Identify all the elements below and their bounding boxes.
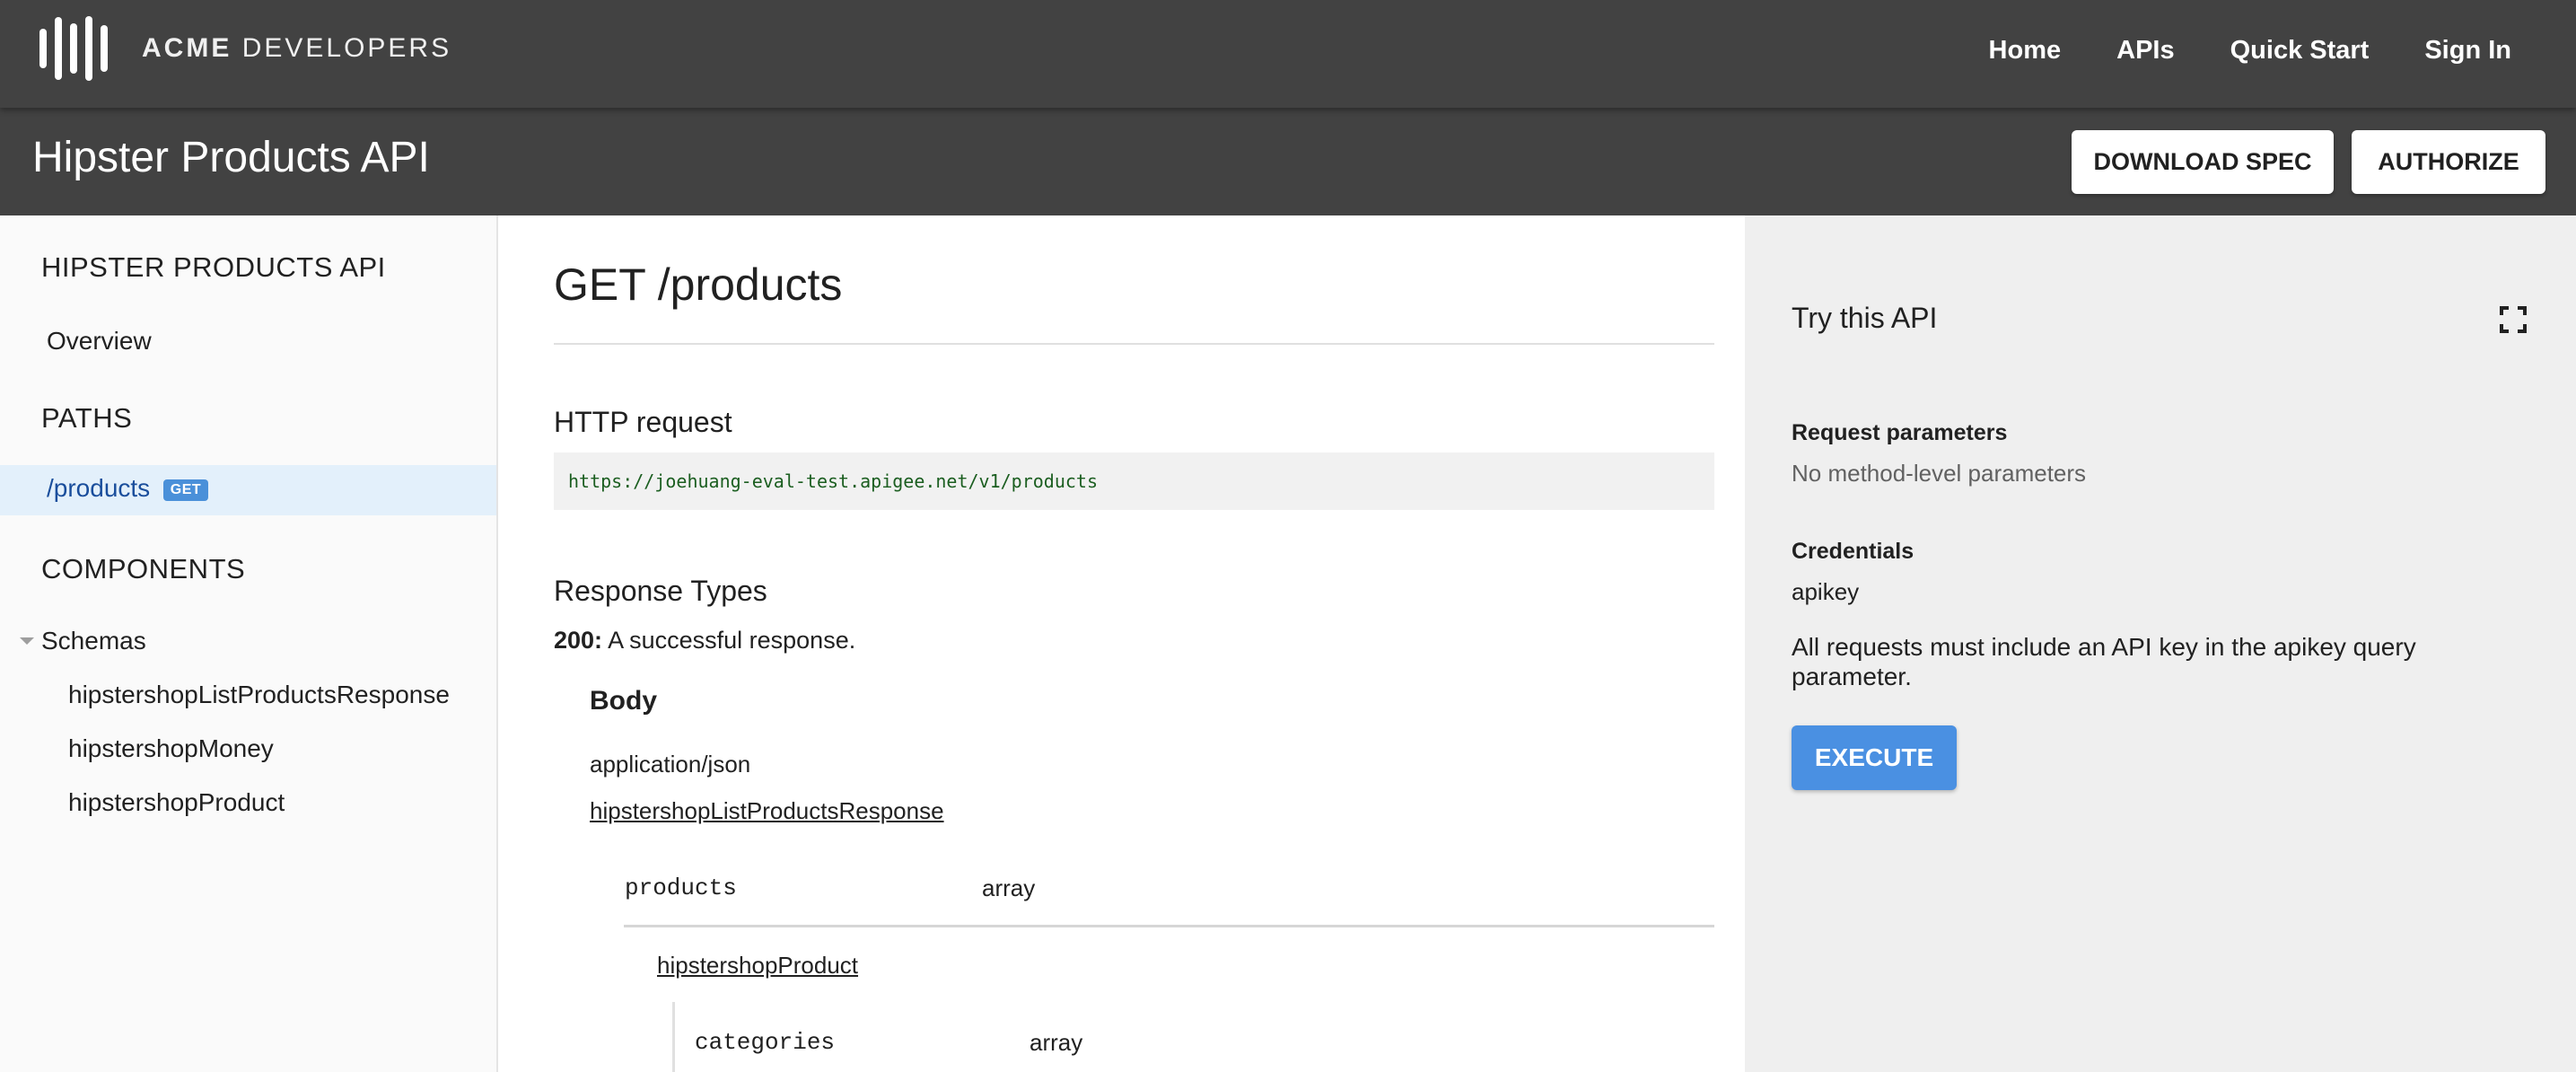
field-name-categories: categories — [695, 1029, 836, 1056]
schema-link-list-products-response[interactable]: hipstershopListProductsResponse — [590, 797, 944, 825]
request-url-box: https://joehuang-eval-test.apigee.net/v1… — [554, 453, 1714, 510]
acme-logo[interactable]: ACME DEVELOPERS — [39, 16, 451, 81]
http-request-heading: HTTP request — [554, 406, 732, 438]
credentials-description: All requests must include an API key in … — [1792, 633, 2416, 690]
try-api-panel: Try this API Request parameters No metho… — [1745, 215, 2576, 1072]
sidebar-heading-api: HIPSTER PRODUCTS API — [41, 251, 386, 283]
nav-quick-start[interactable]: Quick Start — [2230, 36, 2370, 66]
nav-apis[interactable]: APIs — [2116, 36, 2174, 66]
request-url: https://joehuang-eval-test.apigee.net/v1… — [568, 470, 1099, 492]
response-200: 200: A successful response. — [554, 627, 855, 655]
schema-link-product[interactable]: hipstershopProduct — [657, 952, 858, 980]
field-divider — [624, 925, 1714, 927]
sidebar-heading-paths: PATHS — [41, 402, 133, 434]
method-badge: GET — [163, 479, 208, 501]
sidebar-item-overview[interactable]: Overview — [47, 327, 152, 356]
sidebar-item-schemas[interactable]: Schemas — [41, 627, 146, 655]
response-types-heading: Response Types — [554, 575, 767, 607]
page-title: Hipster Products API — [32, 134, 430, 181]
nav-sign-in[interactable]: Sign In — [2424, 36, 2511, 66]
endpoint-title: GET /products — [554, 259, 843, 310]
top-navigation: ACME DEVELOPERS Home APIs Quick Start Si… — [0, 0, 2576, 108]
try-api-title: Try this API — [1792, 302, 1938, 334]
download-spec-button[interactable]: DOWNLOAD SPEC — [2072, 130, 2334, 194]
brand-rest: DEVELOPERS — [241, 33, 452, 63]
caret-down-icon[interactable] — [20, 637, 34, 645]
brand-strong: ACME — [142, 33, 232, 63]
logo-bars-icon — [39, 16, 108, 81]
nav-links: Home APIs Quick Start Sign In — [1989, 0, 2511, 101]
status-code: 200: — [554, 627, 603, 654]
credentials-value: apikey — [1792, 578, 1860, 605]
divider — [554, 343, 1714, 345]
sidebar-heading-components: COMPONENTS — [41, 553, 246, 584]
authorize-button[interactable]: AUTHORIZE — [2352, 130, 2545, 194]
sidebar-item-products[interactable]: /products GET — [0, 465, 496, 515]
body-heading: Body — [590, 686, 657, 716]
sidebar: HIPSTER PRODUCTS API Overview PATHS /pro… — [0, 215, 498, 1072]
request-parameters-label: Request parameters — [1792, 420, 2008, 445]
nested-indent-bar — [672, 1002, 675, 1072]
execute-button[interactable]: EXECUTE — [1792, 725, 1957, 790]
field-type-products: array — [982, 874, 1036, 901]
sidebar-schema-product[interactable]: hipstershopProduct — [68, 788, 285, 817]
brand-name: ACME DEVELOPERS — [142, 33, 451, 64]
api-title-bar: Hipster Products API DOWNLOAD SPEC AUTHO… — [0, 108, 2576, 215]
request-parameters-value: No method-level parameters — [1792, 460, 2087, 487]
field-name-products: products — [625, 874, 737, 901]
sidebar-schema-list-products-response[interactable]: hipstershopListProductsResponse — [68, 681, 450, 709]
sidebar-item-label: /products — [47, 474, 151, 502]
nav-home[interactable]: Home — [1989, 36, 2062, 66]
status-description: A successful response. — [608, 627, 856, 654]
field-type-categories: array — [1030, 1029, 1083, 1056]
fullscreen-icon[interactable] — [2499, 305, 2528, 334]
credentials-label: Credentials — [1792, 539, 1914, 564]
sidebar-schema-money[interactable]: hipstershopMoney — [68, 734, 274, 763]
main-content: GET /products HTTP request https://joehu… — [500, 215, 1745, 1072]
mime-type: application/json — [590, 751, 751, 778]
